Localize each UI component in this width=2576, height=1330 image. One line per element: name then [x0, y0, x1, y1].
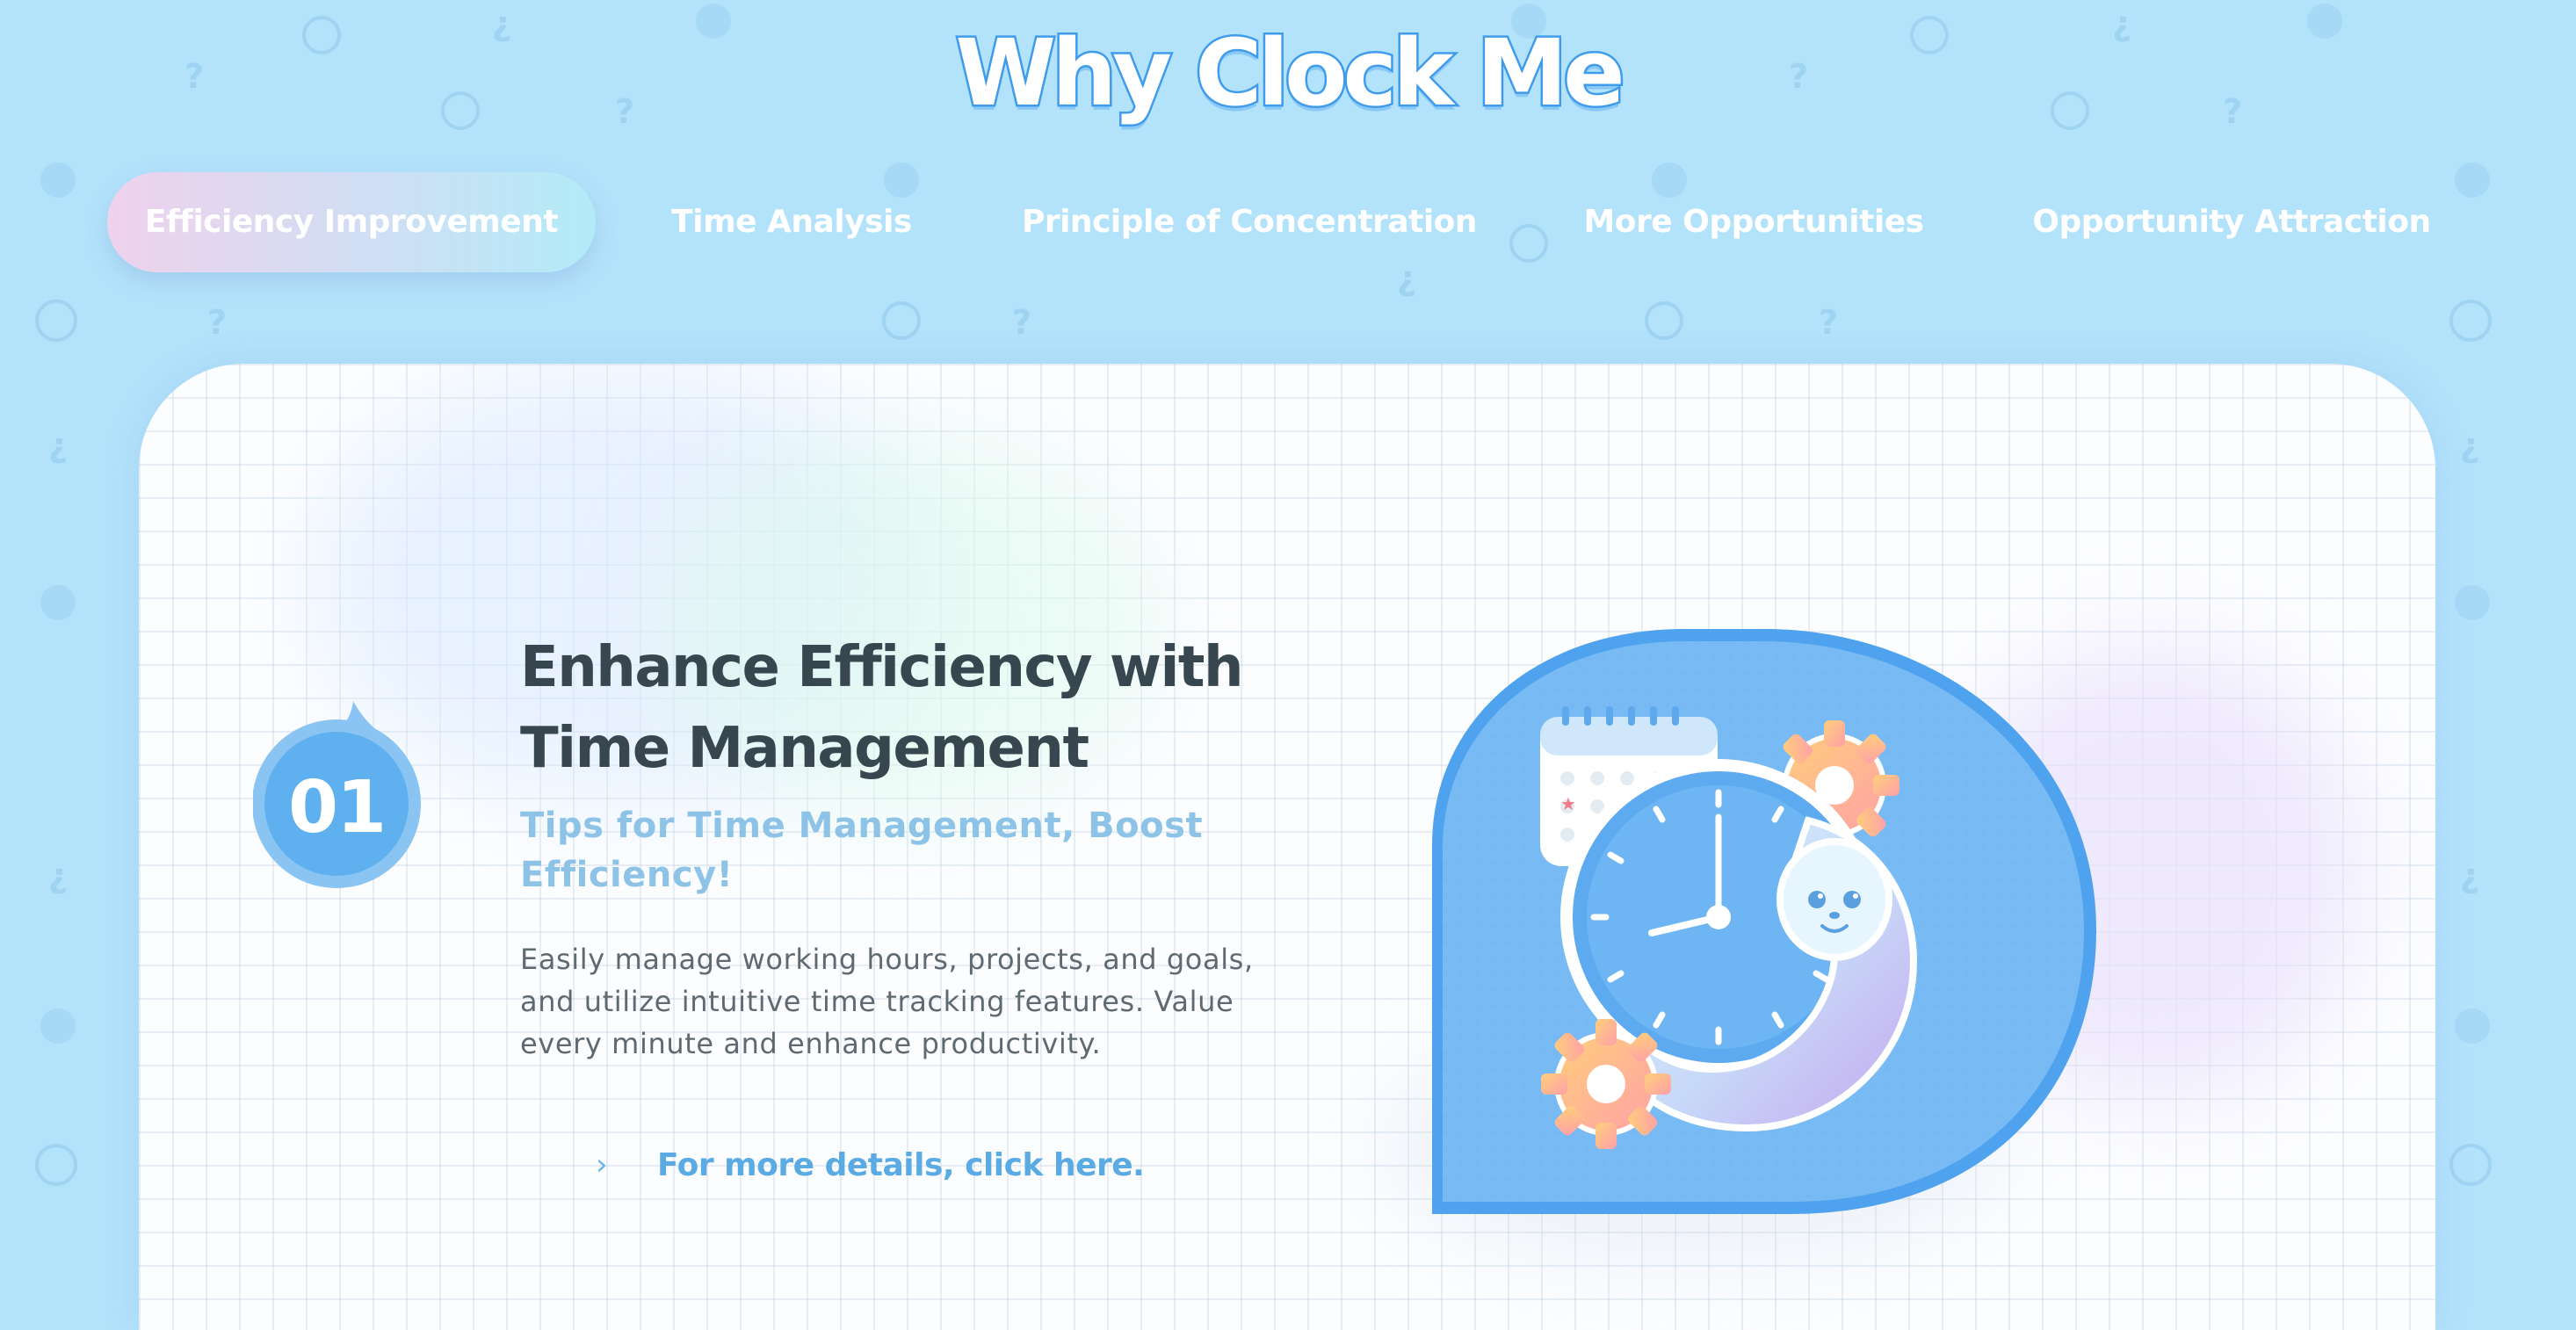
tab-bar: Efficiency Improvement Time Analysis Pri…: [0, 172, 2576, 272]
tab-opportunity-attraction[interactable]: Opportunity Attraction: [2021, 172, 2442, 272]
feature-description: Easily manage working hours, projects, a…: [520, 943, 1254, 1060]
feature-card: 01 Enhance Efficiency with Time Manageme…: [139, 364, 2435, 1330]
page-title: Why Clock Me: [953, 18, 1627, 129]
feature-heading-line-1: Enhance Efficiency with: [520, 635, 1244, 700]
tab-more-opportunities[interactable]: More Opportunities: [1546, 172, 1961, 272]
chevron-right-icon: ›: [596, 1147, 608, 1182]
svg-text:★: ★: [1560, 793, 1576, 814]
feature-subheading: Tips for Time Management, Boost Efficien…: [520, 806, 1204, 895]
svg-text:?: ?: [1012, 303, 1031, 342]
feature-heading: Enhance Efficiency with Time Management: [520, 627, 1399, 789]
step-number: 01: [287, 766, 387, 849]
svg-text:?: ?: [1819, 303, 1838, 342]
svg-text:¿: ¿: [2460, 857, 2479, 895]
svg-text:¿: ¿: [2460, 426, 2479, 465]
details-link-label: For more details, click here.: [657, 1146, 1145, 1183]
svg-text:¿: ¿: [48, 857, 68, 895]
clock-illustration: ★: [1432, 629, 2096, 1214]
feature-heading-line-2: Time Management: [520, 716, 1089, 781]
tab-efficiency-improvement[interactable]: Efficiency Improvement: [107, 172, 596, 272]
feature-content: Enhance Efficiency with Time Management …: [520, 627, 1399, 1065]
details-link[interactable]: › For more details, click here.: [596, 1138, 1145, 1191]
svg-text:?: ?: [207, 303, 227, 342]
tab-time-analysis[interactable]: Time Analysis: [629, 172, 954, 272]
step-number-badge: 01: [252, 685, 438, 905]
svg-text:¿: ¿: [48, 426, 68, 465]
tab-principle-of-concentration[interactable]: Principle of Concentration: [1010, 172, 1488, 272]
